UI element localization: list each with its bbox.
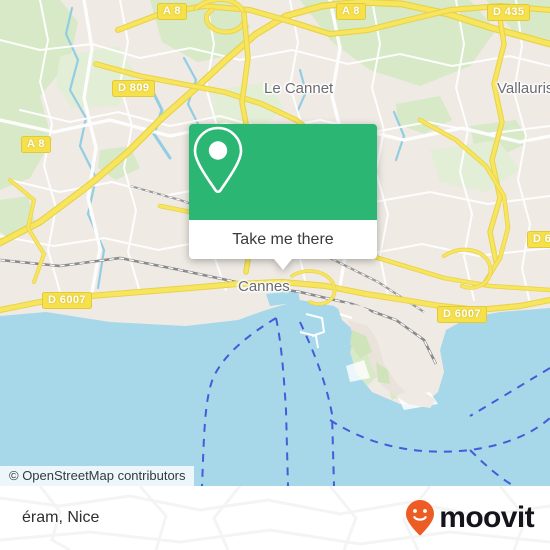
moovit-smiley-pin-icon: [406, 500, 435, 536]
take-me-there-label: Take me there: [232, 230, 334, 248]
osm-attribution-text: © OpenStreetMap contributors: [9, 468, 186, 483]
map-place-label: Cannes: [238, 278, 290, 295]
road-shield: A 8: [157, 3, 187, 20]
take-me-there-button[interactable]: Take me there: [189, 220, 377, 259]
map-place-label: Vallauris: [497, 80, 550, 97]
moovit-wordmark: moovit: [439, 501, 534, 534]
road-shield: D 6: [527, 231, 550, 248]
road-shield: A 8: [21, 136, 51, 153]
moovit-map-screen: Le Cannet Vallauris Cannes A 8 A 8 D 435…: [0, 0, 550, 550]
osm-attribution[interactable]: © OpenStreetMap contributors: [0, 466, 194, 486]
road-shield: A 8: [336, 3, 366, 20]
popup-header: [189, 124, 377, 220]
destination-popup-card[interactable]: Take me there: [189, 124, 377, 270]
road-shield: D 809: [112, 80, 156, 97]
road-shield: D 435: [487, 4, 531, 21]
road-shield: D 6007: [42, 292, 92, 309]
road-shield: D 6007: [437, 306, 487, 323]
footer-place-name: éram, Nice: [22, 509, 100, 526]
footer-bar: éram, Nice moovit: [0, 486, 550, 550]
moovit-logo: moovit: [405, 499, 535, 537]
location-pin-icon: [193, 126, 243, 193]
map-canvas[interactable]: Le Cannet Vallauris Cannes A 8 A 8 D 435…: [0, 0, 550, 486]
popup-pointer: [274, 259, 292, 270]
map-place-label: Le Cannet: [264, 80, 334, 97]
